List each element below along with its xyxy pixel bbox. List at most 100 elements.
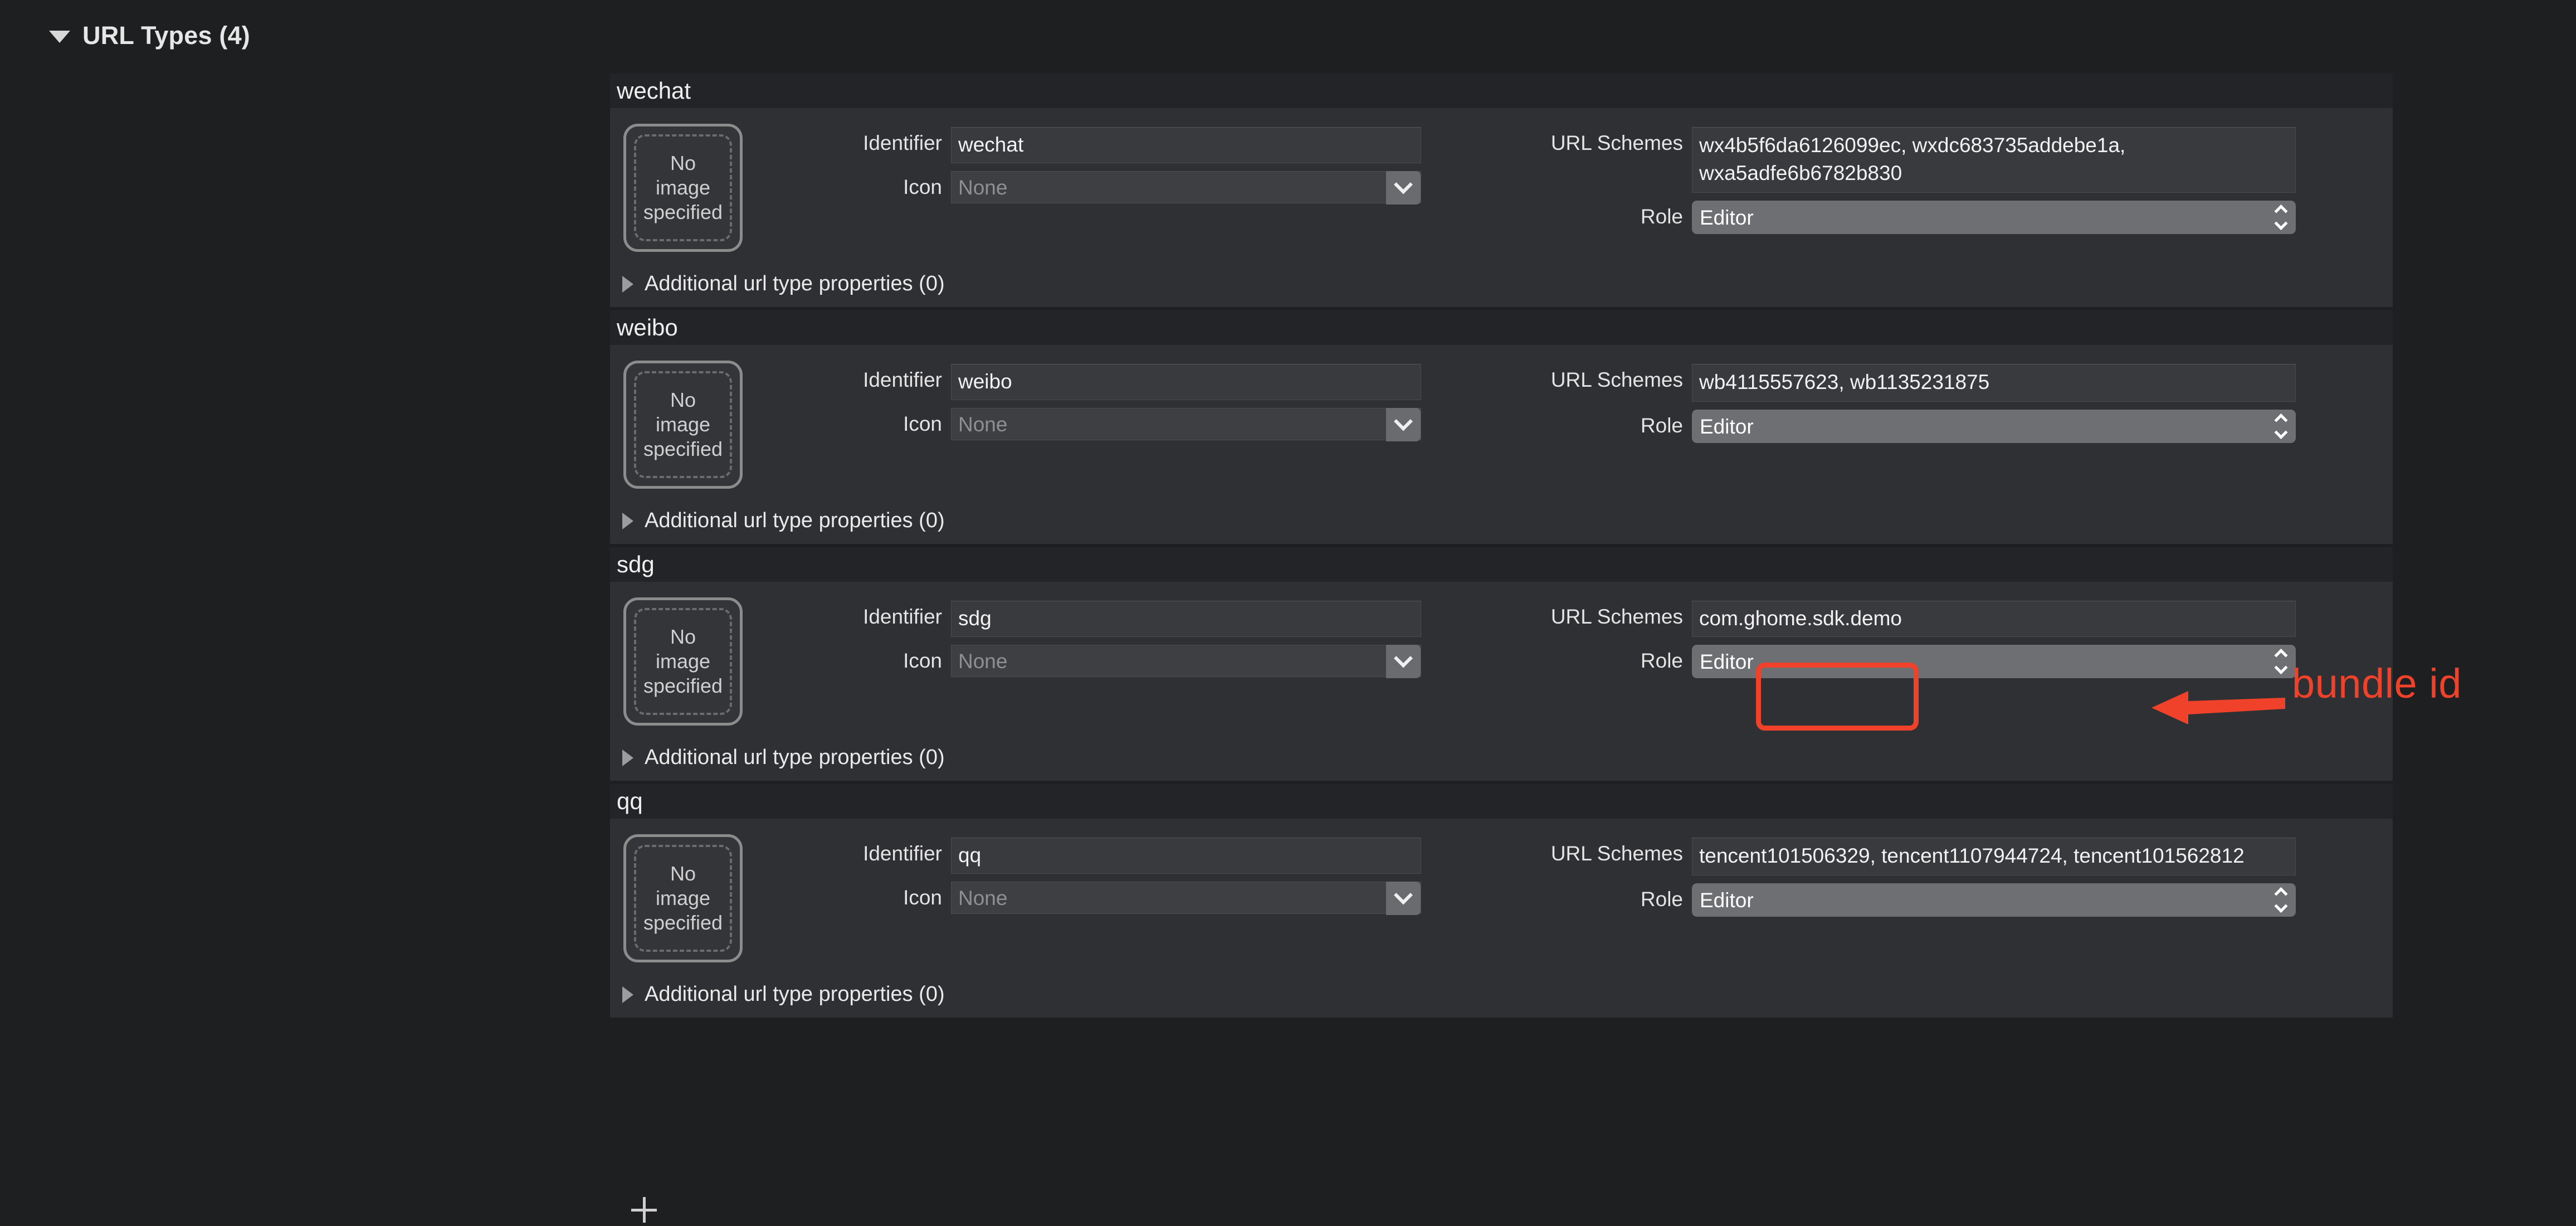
url-type-group-body: No image specified Identifier qq Icon No… [610,819,2393,1018]
identifier-label: Identifier [863,605,942,628]
no-image-placeholder: No image specified [634,608,732,715]
no-image-line-2: image [655,412,711,436]
triangle-right-icon[interactable] [622,275,633,293]
triangle-right-icon[interactable] [622,749,633,766]
role-label: Role [1640,888,1683,911]
icon-field-row: Icon None [780,645,1421,678]
url-schemes-input[interactable]: wb4115557623, wb1135231875 [1692,364,2296,402]
annotation-label: bundle id [2292,660,2462,707]
url-type-group-body: No image specified Identifier weibo Icon [610,345,2393,544]
role-popup-button[interactable]: Editor [1692,883,2296,917]
icon-image-well[interactable]: No image specified [623,834,743,962]
url-schemes-label: URL Schemes [1550,132,1683,154]
url-type-group-header[interactable]: qq [610,784,2393,819]
role-popup-button[interactable]: Editor [1692,645,2296,678]
no-image-line-3: specified [643,437,723,461]
identifier-label: Identifier [863,842,942,865]
additional-properties-label: Additional url type properties (0) [645,509,945,532]
url-type-group: sdg No image specified Identifier sdg Ic… [610,547,2393,781]
role-popup-value: Editor [1700,650,1754,673]
no-image-line-1: No [670,151,696,174]
url-schemes-input[interactable]: tencent101506329, tencent1107944724, ten… [1692,838,2296,875]
url-type-group-header[interactable]: wechat [610,74,2393,108]
no-image-placeholder: No image specified [634,845,732,952]
add-url-type-row [610,1197,2393,1226]
icon-field-row: Icon None [780,171,1421,205]
icon-label: Icon [903,886,942,909]
role-field-row: Role Editor [1443,201,2296,234]
icon-label: Icon [903,649,942,672]
role-popup-value: Editor [1700,415,1754,438]
additional-properties-row[interactable]: Additional url type properties (0) [610,733,2393,781]
url-types-list: wechat No image specified Identifier wec… [610,74,2393,1018]
icon-image-well[interactable]: No image specified [623,124,743,252]
triangle-right-icon[interactable] [622,512,633,529]
additional-properties-row[interactable]: Additional url type properties (0) [610,497,2393,544]
identifier-field-row: Identifier sdg [780,601,1421,637]
icon-field-row: Icon None [780,882,1421,915]
url-type-group-body: No image specified Identifier wechat Ico… [610,108,2393,307]
icon-combobox-value: None [958,649,1008,673]
icon-combobox-value: None [958,886,1008,909]
icon-combobox[interactable]: None [951,645,1421,678]
icon-combobox-value: None [958,176,1008,199]
additional-properties-label: Additional url type properties (0) [645,982,945,1006]
identifier-input[interactable]: weibo [951,364,1421,400]
url-type-group: weibo No image specified Identifier weib… [610,310,2393,544]
identifier-field-row: Identifier qq [780,838,1421,874]
role-popup-button[interactable]: Editor [1692,410,2296,443]
no-image-line-2: image [655,649,711,673]
identifier-input[interactable]: wechat [951,127,1421,163]
url-types-section-header[interactable]: URL Types (4) [49,21,250,50]
url-schemes-input[interactable]: com.ghome.sdk.demo [1692,601,2296,637]
chevron-down-icon[interactable] [1386,882,1421,915]
url-type-group-header[interactable]: weibo [610,310,2393,345]
url-type-name: wechat [617,77,691,104]
chevron-up-down-icon [2274,648,2288,675]
identifier-label: Identifier [863,368,942,391]
url-type-group: qq No image specified Identifier qq Icon… [610,784,2393,1018]
icon-image-well[interactable]: No image specified [623,597,743,726]
additional-properties-row[interactable]: Additional url type properties (0) [610,260,2393,307]
no-image-placeholder: No image specified [634,134,732,241]
chevron-down-icon[interactable] [1386,408,1421,441]
role-field-row: Role Editor [1443,410,2296,443]
identifier-label: Identifier [863,132,942,154]
icon-combobox[interactable]: None [951,882,1421,915]
url-schemes-field-row: URL Schemes wb4115557623, wb1135231875 [1443,364,2296,402]
triangle-right-icon[interactable] [622,986,633,1003]
url-type-group-body: No image specified Identifier sdg Icon N… [610,582,2393,781]
identifier-input[interactable]: qq [951,838,1421,874]
no-image-line-1: No [670,862,696,885]
icon-image-well[interactable]: No image specified [623,361,743,489]
role-field-row: Role Editor [1443,645,2296,678]
role-field-row: Role Editor [1443,883,2296,917]
additional-properties-row[interactable]: Additional url type properties (0) [610,970,2393,1018]
url-types-panel: URL Types (4) wechat No image specified [0,0,2576,1226]
chevron-up-down-icon [2274,887,2288,913]
triangle-down-icon[interactable] [49,31,70,43]
url-schemes-label: URL Schemes [1550,368,1683,391]
role-popup-button[interactable]: Editor [1692,201,2296,234]
chevron-down-icon[interactable] [1386,171,1421,205]
plus-icon[interactable] [631,1197,657,1223]
url-type-group-header[interactable]: sdg [610,547,2393,582]
no-image-line-3: specified [643,201,723,224]
no-image-line-3: specified [643,674,723,698]
chevron-down-icon[interactable] [1386,645,1421,678]
icon-combobox-value: None [958,412,1008,436]
icon-combobox[interactable]: None [951,408,1421,441]
no-image-line-1: No [670,388,696,411]
identifier-input[interactable]: sdg [951,601,1421,637]
url-type-name: qq [617,788,643,814]
additional-properties-label: Additional url type properties (0) [645,746,945,769]
no-image-line-1: No [670,625,696,648]
identifier-field-row: Identifier wechat [780,127,1421,163]
icon-combobox[interactable]: None [951,171,1421,205]
role-label: Role [1640,649,1683,672]
url-type-name: weibo [617,314,678,340]
additional-properties-label: Additional url type properties (0) [645,272,945,295]
chevron-up-down-icon [2274,413,2288,440]
url-schemes-input[interactable]: wx4b5f6da6126099ec, wxdc683735addebe1a, … [1692,127,2296,193]
no-image-line-2: image [655,886,711,909]
